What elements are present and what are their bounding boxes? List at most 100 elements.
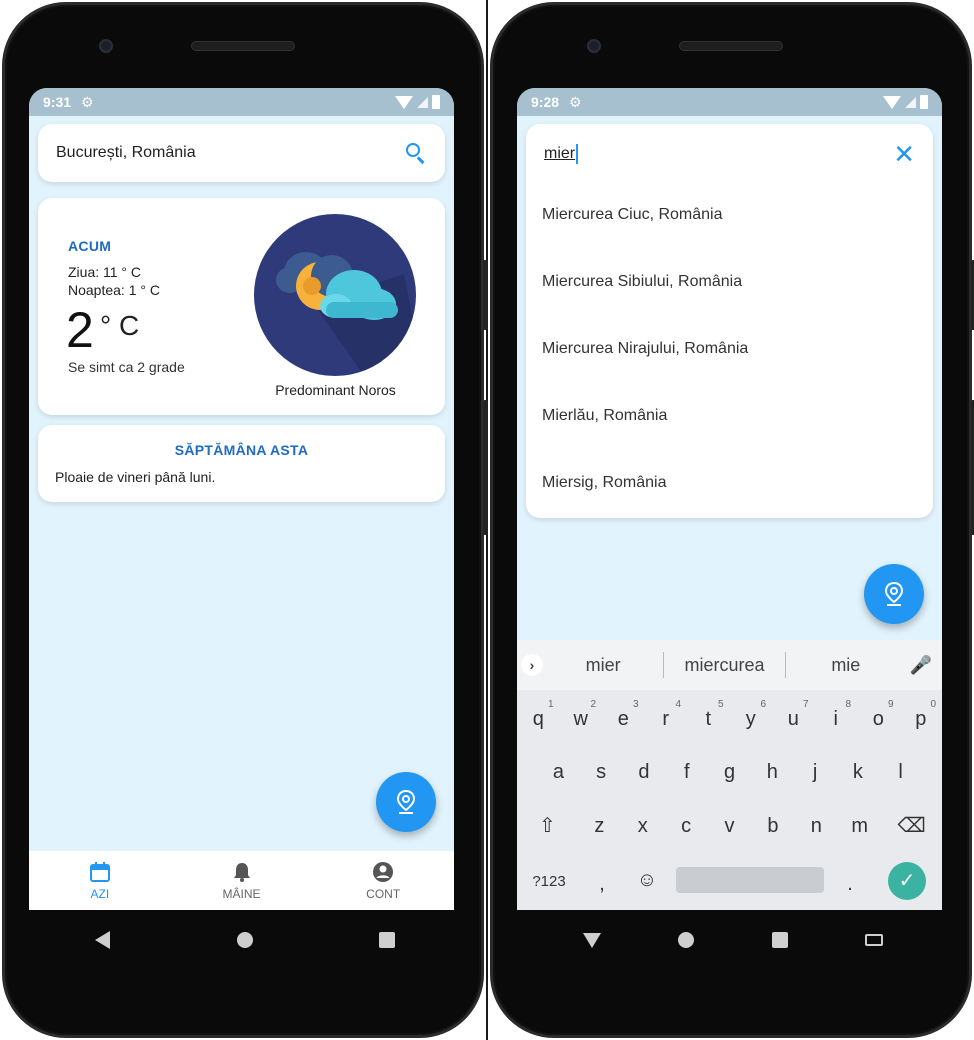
letter-key[interactable]: z <box>578 804 621 848</box>
emoji-icon[interactable]: ☺ <box>627 858 667 902</box>
bottom-navigation: AZI MÂINE CONT <box>29 851 454 910</box>
letter-key[interactable]: d <box>623 750 666 794</box>
nav-label: CONT <box>366 886 401 901</box>
recents-icon[interactable] <box>771 932 788 948</box>
status-bar: 9:28 ⚙ <box>517 88 942 116</box>
nav-tab-cont[interactable]: CONT <box>312 851 454 910</box>
suggestion-item[interactable]: Mierlău, România <box>542 407 667 425</box>
suggestion-item[interactable]: Miercurea Ciuc, România <box>542 206 723 224</box>
symbols-key[interactable]: ?123 <box>521 860 577 904</box>
key-label: m <box>851 815 868 837</box>
microphone-icon[interactable]: 🎤 <box>906 655 936 676</box>
signal-icon <box>905 96 916 108</box>
location-pin-icon <box>884 581 904 606</box>
location-fab-button[interactable] <box>376 772 436 832</box>
letter-key[interactable]: u7 <box>772 697 815 741</box>
letter-key[interactable]: s <box>580 750 623 794</box>
letter-key[interactable]: b <box>751 804 794 848</box>
word-suggestion[interactable]: mier <box>543 655 663 676</box>
close-icon[interactable]: ✕ <box>893 141 915 167</box>
suggestion-item[interactable]: Miercurea Nirajului, România <box>542 340 748 358</box>
chevron-right-icon[interactable]: › <box>521 654 543 676</box>
word-suggestion[interactable]: miercurea <box>664 655 784 676</box>
key-label: d <box>638 761 650 783</box>
current-temperature: 2 <box>66 302 94 358</box>
nav-label: AZI <box>90 886 110 901</box>
letter-key[interactable]: l <box>879 750 922 794</box>
keyboard-switch-icon[interactable] <box>864 934 883 946</box>
letter-key[interactable]: m <box>838 804 881 848</box>
letter-key[interactable]: v <box>708 804 751 848</box>
power-button <box>483 400 488 535</box>
comma-key[interactable]: , <box>587 862 617 906</box>
enter-check-icon[interactable]: ✓ <box>888 862 926 900</box>
location-text: București, România <box>56 144 196 161</box>
key-label: k <box>852 761 863 783</box>
letter-key[interactable]: x <box>621 804 664 848</box>
letter-key[interactable]: f <box>665 750 708 794</box>
app-screen: 9:31 ⚙ București, România ACUM Ziua: 11 … <box>29 88 454 910</box>
battery-icon <box>432 95 440 109</box>
letter-key[interactable]: g <box>708 750 751 794</box>
search-input[interactable]: mier ✕ <box>526 124 933 184</box>
night-temperature: Noaptea: 1 ° C <box>68 282 160 298</box>
signal-icon <box>417 96 428 108</box>
word-suggestion[interactable]: mie <box>786 655 906 676</box>
letter-key[interactable]: h <box>751 750 794 794</box>
letter-key[interactable]: n <box>795 804 838 848</box>
search-query[interactable]: mier <box>544 145 575 163</box>
home-icon[interactable] <box>236 932 253 948</box>
nav-tab-azi[interactable]: AZI <box>29 851 171 910</box>
letter-key[interactable]: q1 <box>517 697 560 741</box>
letter-key[interactable]: p0 <box>900 697 943 741</box>
key-label: h <box>766 761 778 783</box>
letter-key[interactable]: t5 <box>687 697 730 741</box>
letter-key[interactable]: y6 <box>730 697 773 741</box>
letter-key[interactable]: c <box>664 804 707 848</box>
location-search-bar[interactable]: București, România <box>38 124 445 182</box>
letter-key[interactable]: a <box>537 750 580 794</box>
letter-key[interactable]: w2 <box>560 697 603 741</box>
key-label: o <box>872 708 884 730</box>
backspace-key[interactable]: ⌫ <box>881 804 942 848</box>
back-icon[interactable] <box>95 931 110 949</box>
key-label: c <box>681 815 692 837</box>
week-heading: SĂPTĂMÂNA ASTA <box>174 442 309 458</box>
shift-key[interactable]: ⇧ <box>517 804 578 848</box>
letter-key[interactable]: e3 <box>602 697 645 741</box>
home-icon[interactable] <box>678 932 695 948</box>
key-label: y <box>745 708 756 730</box>
recents-icon[interactable] <box>379 932 395 948</box>
key-number-hint: 6 <box>760 699 766 710</box>
system-navigation <box>573 925 893 955</box>
key-label: r <box>662 708 670 730</box>
letter-key[interactable]: i8 <box>815 697 858 741</box>
location-fab-button[interactable] <box>864 564 924 624</box>
key-number-hint: 5 <box>717 699 724 710</box>
letter-key[interactable]: r4 <box>645 697 688 741</box>
period-key[interactable]: . <box>835 862 865 906</box>
hide-keyboard-icon[interactable] <box>583 932 601 948</box>
system-navigation <box>85 925 405 955</box>
suggestion-item[interactable]: Miercurea Sibiului, România <box>542 273 742 291</box>
letter-key[interactable]: j <box>794 750 837 794</box>
account-icon <box>373 861 394 882</box>
wifi-icon <box>883 95 901 109</box>
week-forecast-card: SĂPTĂMÂNA ASTA Ploaie de vineri până lun… <box>38 425 445 502</box>
nav-label: MÂINE <box>222 886 261 901</box>
key-label: x <box>637 815 648 837</box>
key-number-hint: 2 <box>590 699 596 710</box>
space-key[interactable] <box>676 867 824 893</box>
key-number-hint: 0 <box>930 699 936 710</box>
keyboard-row-3: ⇧ z x c v b n m ⌫ <box>517 804 942 848</box>
front-camera <box>587 39 601 53</box>
nav-tab-maine[interactable]: MÂINE <box>171 851 313 910</box>
settings-notification-icon: ⚙ <box>81 93 94 110</box>
search-icon[interactable] <box>405 142 427 164</box>
letter-key[interactable]: o9 <box>857 697 900 741</box>
suggestion-item[interactable]: Miersig, România <box>542 474 666 492</box>
key-label: q <box>532 708 544 730</box>
key-label: f <box>683 761 690 783</box>
letter-key[interactable]: k <box>836 750 879 794</box>
settings-notification-icon: ⚙ <box>569 93 582 110</box>
